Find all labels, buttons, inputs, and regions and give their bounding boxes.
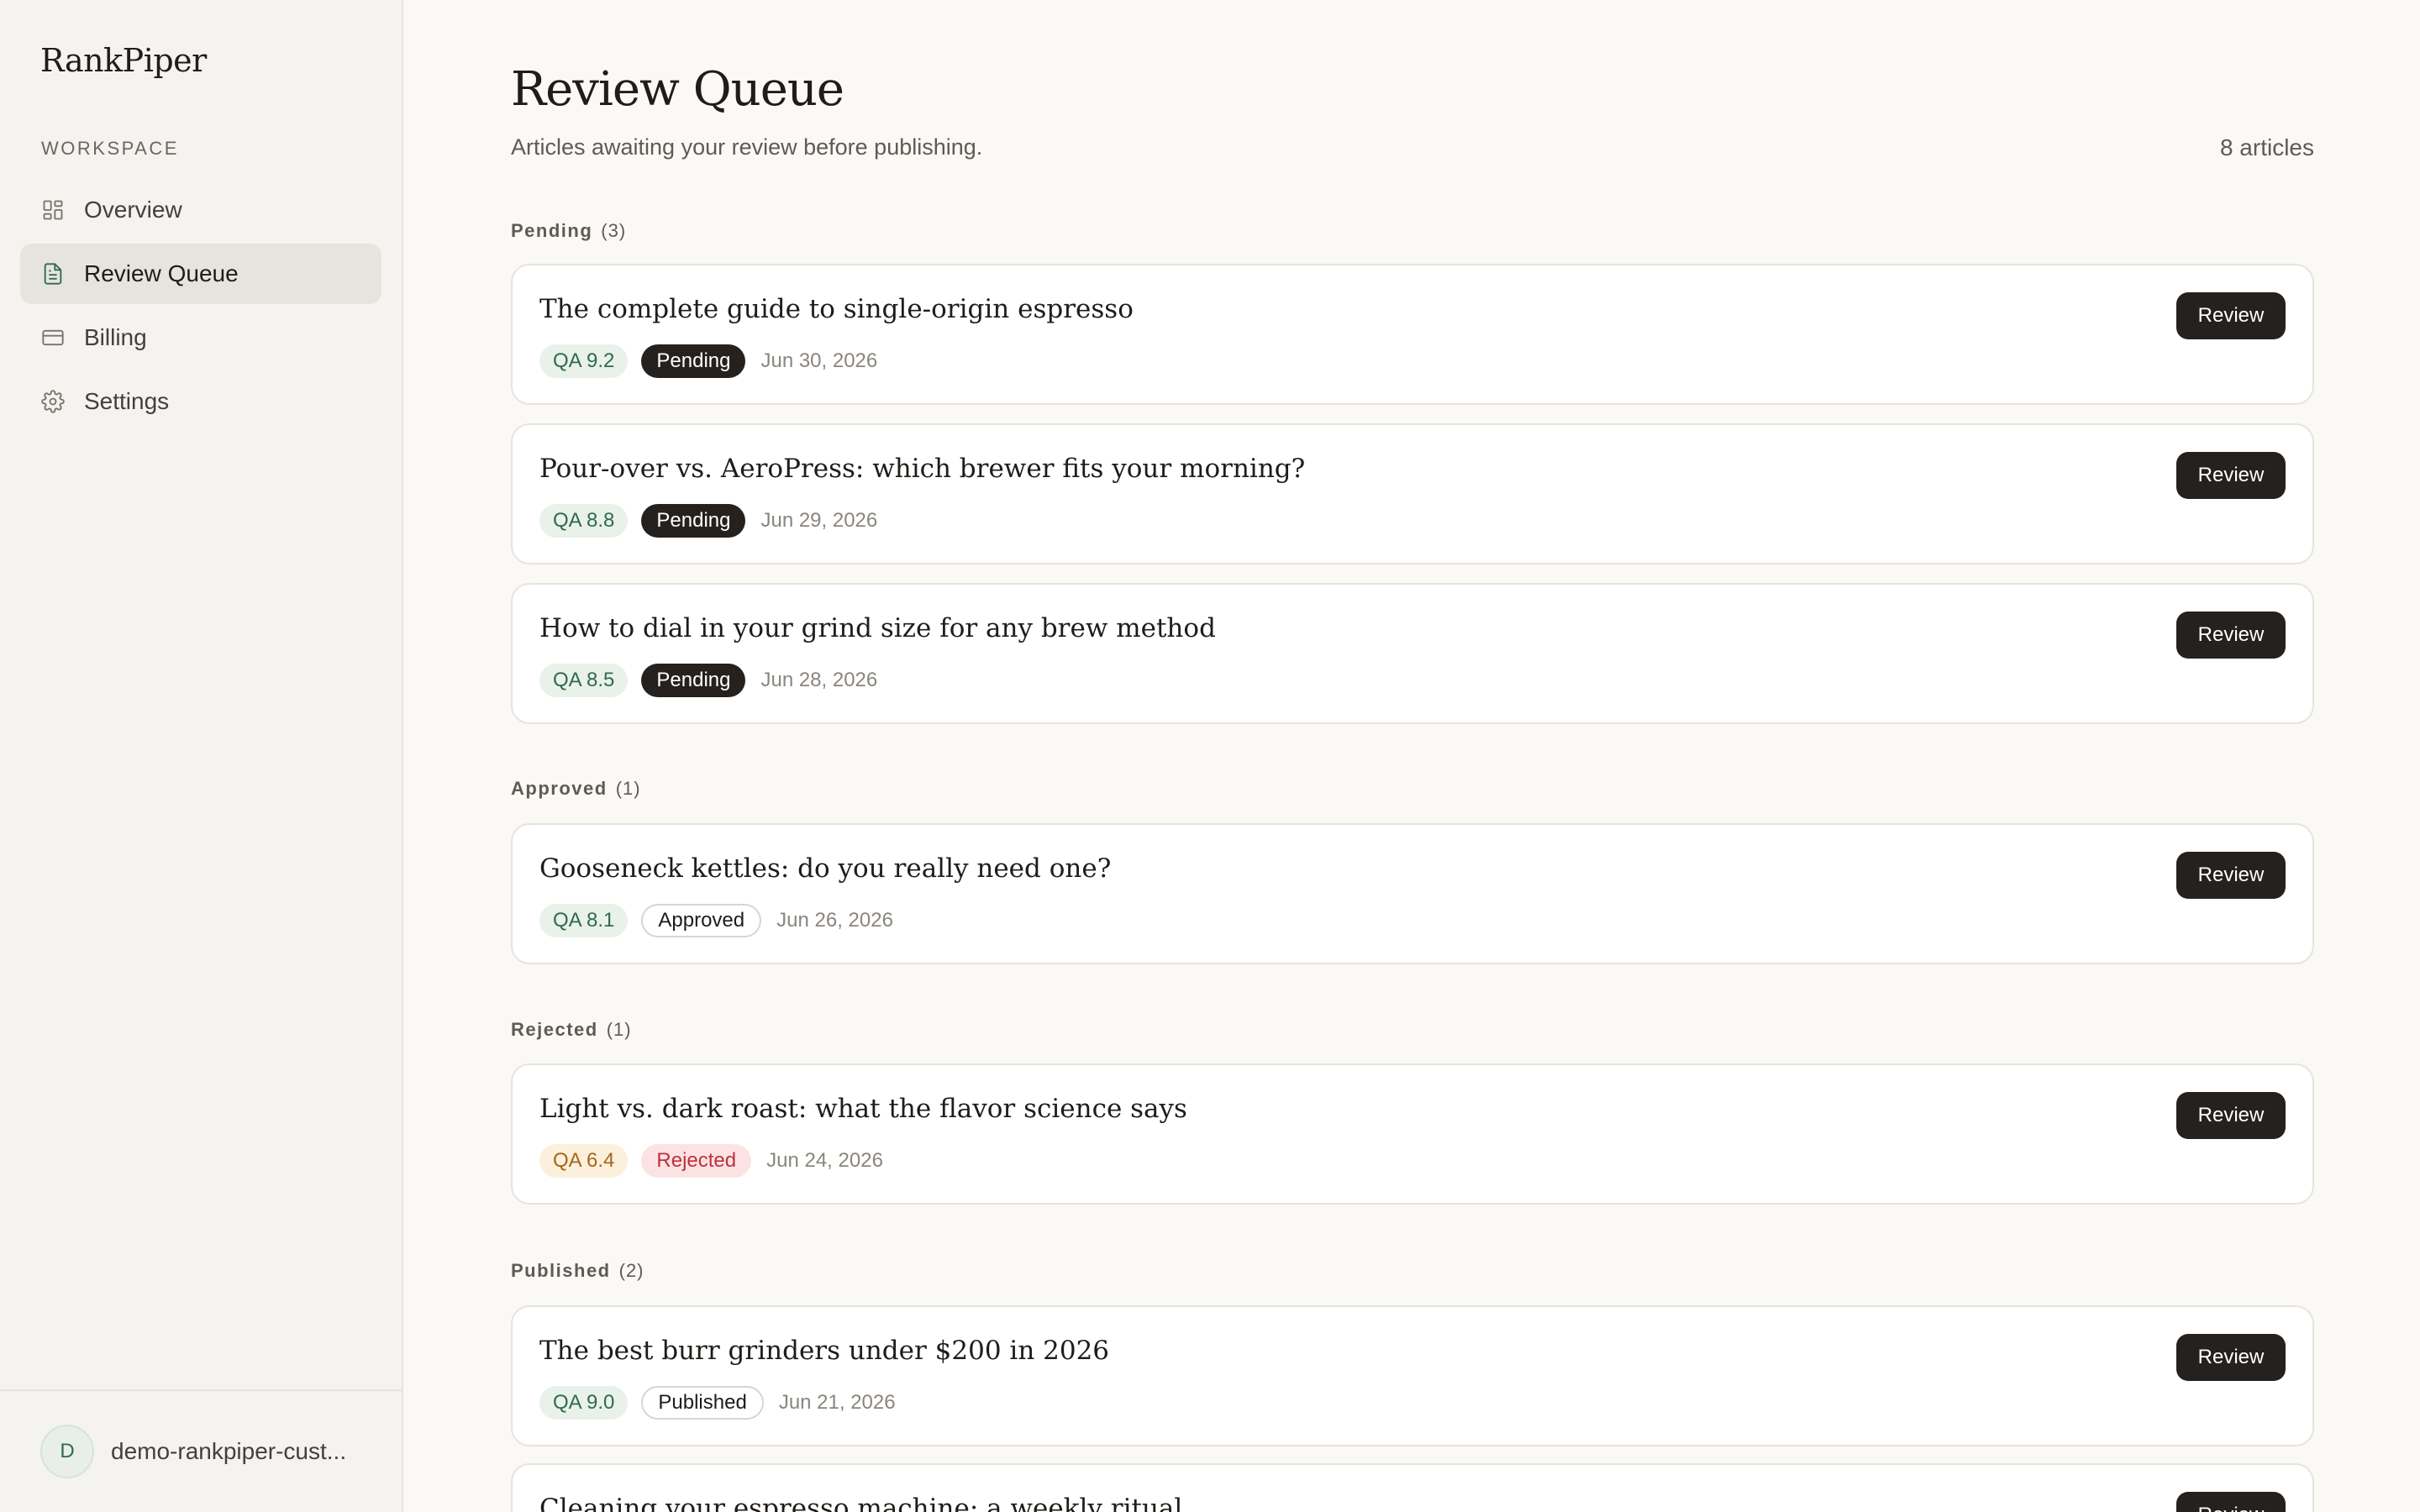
review-button[interactable]: Review (2176, 852, 2286, 899)
qa-score-badge: QA 8.1 (539, 904, 629, 937)
article-date: Jun 28, 2026 (760, 669, 878, 691)
account-menu[interactable]: D demo-rankpiper-cust... (0, 1389, 402, 1512)
sidebar-item-settings[interactable]: Settings (20, 371, 381, 432)
workspace-section-label: WORKSPACE (41, 138, 179, 159)
group-label-rejected: Rejected (1) (511, 1019, 632, 1041)
review-button[interactable]: Review (2176, 1492, 2286, 1512)
sidebar-item-overview[interactable]: Overview (20, 180, 381, 240)
qa-score-badge: QA 6.4 (539, 1144, 629, 1178)
review-button[interactable]: Review (2176, 292, 2286, 339)
sidebar-item-review-queue[interactable]: Review Queue (20, 244, 381, 304)
article-title[interactable]: Light vs. dark roast: what the flavor sc… (539, 1094, 1187, 1124)
sidebar-item-label: Review Queue (84, 260, 239, 286)
article-meta: QA 8.8 Pending Jun 29, 2026 (539, 504, 877, 538)
status-badge: Approved (641, 904, 762, 937)
page-subtitle: Articles awaiting your review before pub… (511, 134, 983, 160)
sidebar-item-label: Settings (84, 388, 170, 414)
article-meta: QA 8.1 Approved Jun 26, 2026 (539, 904, 893, 937)
qa-score-badge: QA 9.0 (539, 1386, 629, 1420)
group-count: (1) (615, 778, 641, 799)
page-title: Review Queue (511, 62, 844, 117)
article-card[interactable]: Gooseneck kettles: do you really need on… (511, 823, 2314, 964)
status-badge: Published (641, 1386, 764, 1420)
article-meta: QA 9.2 Pending Jun 30, 2026 (539, 344, 877, 378)
review-button[interactable]: Review (2176, 1334, 2286, 1381)
sidebar-item-label: Overview (84, 197, 182, 223)
article-date: Jun 29, 2026 (760, 509, 878, 532)
review-button[interactable]: Review (2176, 612, 2286, 659)
account-name: demo-rankpiper-cust... (111, 1438, 347, 1464)
brand-logo[interactable]: RankPiper (40, 42, 207, 79)
article-title[interactable]: The best burr grinders under $200 in 202… (539, 1336, 1109, 1366)
group-count: (3) (601, 220, 627, 241)
credit-card-icon (40, 325, 66, 350)
group-title: Rejected (511, 1019, 598, 1040)
status-badge: Pending (641, 664, 746, 697)
gear-icon (40, 389, 66, 414)
article-card[interactable]: How to dial in your grind size for any b… (511, 583, 2314, 724)
article-card[interactable]: The best burr grinders under $200 in 202… (511, 1305, 2314, 1446)
avatar: D (40, 1425, 94, 1478)
article-count: 8 articles (2219, 134, 2314, 160)
group-title: Pending (511, 220, 593, 241)
article-meta: QA 9.0 Published Jun 21, 2026 (539, 1386, 896, 1420)
article-title[interactable]: Pour-over vs. AeroPress: which brewer fi… (539, 454, 1305, 484)
qa-score-badge: QA 8.8 (539, 504, 629, 538)
group-label-approved: Approved (1) (511, 778, 641, 800)
article-date: Jun 30, 2026 (760, 349, 878, 372)
article-card[interactable]: The complete guide to single-origin espr… (511, 264, 2314, 405)
article-title[interactable]: How to dial in your grind size for any b… (539, 613, 1216, 643)
article-title[interactable]: The complete guide to single-origin espr… (539, 294, 1134, 324)
sidebar-item-billing[interactable]: Billing (20, 307, 381, 368)
review-button[interactable]: Review (2176, 1092, 2286, 1139)
grid-icon (40, 197, 66, 223)
status-badge: Rejected (641, 1144, 752, 1178)
article-date: Jun 26, 2026 (776, 909, 893, 932)
article-card[interactable]: Pour-over vs. AeroPress: which brewer fi… (511, 423, 2314, 564)
review-button[interactable]: Review (2176, 452, 2286, 499)
group-label-published: Published (2) (511, 1260, 644, 1282)
qa-score-badge: QA 9.2 (539, 344, 629, 378)
group-label-pending: Pending (3) (511, 220, 626, 242)
article-card[interactable]: Light vs. dark roast: what the flavor sc… (511, 1063, 2314, 1205)
group-count: (2) (618, 1260, 644, 1281)
status-badge: Pending (641, 504, 746, 538)
article-card[interactable]: Cleaning your espresso machine: a weekly… (511, 1463, 2314, 1512)
sidebar: RankPiper WORKSPACE Overview Review Queu… (0, 0, 403, 1512)
group-title: Published (511, 1260, 611, 1281)
article-date: Jun 24, 2026 (766, 1149, 883, 1172)
group-title: Approved (511, 778, 608, 799)
article-meta: QA 6.4 Rejected Jun 24, 2026 (539, 1144, 883, 1178)
status-badge: Pending (641, 344, 746, 378)
article-date: Jun 21, 2026 (778, 1391, 896, 1414)
group-count: (1) (606, 1019, 632, 1040)
sidebar-item-label: Billing (84, 324, 147, 350)
document-icon (40, 261, 66, 286)
article-title[interactable]: Gooseneck kettles: do you really need on… (539, 853, 1111, 884)
article-meta: QA 8.5 Pending Jun 28, 2026 (539, 664, 877, 697)
sidebar-nav: Overview Review Queue Billing Settings (20, 180, 381, 435)
qa-score-badge: QA 8.5 (539, 664, 629, 697)
article-title[interactable]: Cleaning your espresso machine: a weekly… (539, 1494, 1182, 1512)
